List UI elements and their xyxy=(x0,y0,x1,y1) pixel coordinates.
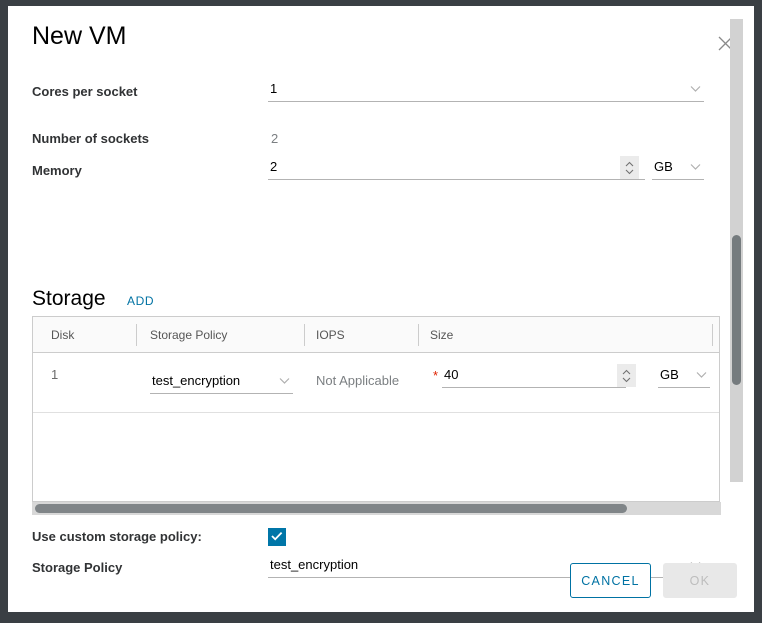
memory-value: 2 xyxy=(270,159,278,174)
cell-storage-policy-select[interactable]: test_encryption xyxy=(150,370,293,394)
modal-backdrop: New VM Cores per socket 1 Number of sock… xyxy=(0,0,762,623)
dialog-body: Cores per socket 1 Number of sockets 2 M… xyxy=(8,68,754,552)
column-header-iops: IOPS xyxy=(316,328,345,342)
field-memory: Memory 2 GB xyxy=(8,156,720,190)
cell-iops-value: Not Applicable xyxy=(316,373,400,388)
ok-button[interactable]: OK xyxy=(663,563,737,598)
number-of-sockets-value: 2 xyxy=(271,131,279,146)
number-of-sockets-label: Number of sockets xyxy=(32,131,150,146)
memory-spinner[interactable] xyxy=(620,156,639,179)
chevron-down-icon xyxy=(279,377,290,387)
checkmark-icon xyxy=(271,528,283,546)
memory-input[interactable]: 2 xyxy=(268,156,645,180)
column-header-storage-policy: Storage Policy xyxy=(150,328,228,342)
column-header-disk: Disk xyxy=(51,328,75,342)
dialog-header: New VM xyxy=(8,6,754,68)
cores-per-socket-value: 1 xyxy=(270,81,278,96)
field-number-of-sockets: Number of sockets 2 xyxy=(8,126,720,154)
required-asterisk: * xyxy=(433,368,439,383)
horizontal-scrollbar-thumb[interactable] xyxy=(35,504,627,513)
column-divider xyxy=(418,324,419,346)
use-custom-storage-policy-label: Use custom storage policy: xyxy=(32,529,202,544)
cancel-button[interactable]: CANCEL xyxy=(570,563,651,598)
horizontal-scrollbar[interactable] xyxy=(32,502,721,515)
memory-unit-value: GB xyxy=(654,159,673,174)
add-storage-link[interactable]: ADD xyxy=(127,294,154,308)
dialog-title: New VM xyxy=(32,22,127,50)
cell-disk-number: 1 xyxy=(51,367,59,382)
cell-size-unit-select[interactable]: GB xyxy=(658,364,710,388)
column-header-size: Size xyxy=(430,328,454,342)
cell-storage-policy-value: test_encryption xyxy=(152,373,241,388)
chevron-down-icon xyxy=(696,371,707,381)
column-divider xyxy=(136,324,137,346)
dialog-content: Cores per socket 1 Number of sockets 2 M… xyxy=(8,68,721,552)
storage-grid-header: Disk Storage Policy IOPS Size xyxy=(33,317,719,353)
memory-label: Memory xyxy=(32,163,82,178)
vertical-scrollbar[interactable] xyxy=(730,19,743,482)
storage-grid: Disk Storage Policy IOPS Size 1 test_enc… xyxy=(32,316,720,502)
cell-size-input[interactable]: 40 xyxy=(442,364,626,388)
cores-per-socket-select[interactable]: 1 xyxy=(268,78,704,102)
column-divider xyxy=(712,324,713,346)
use-custom-storage-policy-checkbox[interactable] xyxy=(268,528,286,546)
memory-unit-select[interactable]: GB xyxy=(652,156,704,180)
cell-size-value: 40 xyxy=(444,367,459,382)
new-vm-dialog: New VM Cores per socket 1 Number of sock… xyxy=(8,6,754,612)
storage-section-title: Storage xyxy=(32,287,106,310)
chevron-down-icon xyxy=(690,163,701,173)
cores-per-socket-label: Cores per socket xyxy=(32,84,138,99)
column-divider xyxy=(304,324,305,346)
table-row: 1 test_encryption Not Applicable * 40 GB xyxy=(33,353,719,413)
dialog-footer: CANCEL OK xyxy=(8,552,754,612)
storage-grid-empty-area xyxy=(33,413,719,487)
field-cores-per-socket: Cores per socket 1 xyxy=(8,78,720,114)
cell-size-unit-value: GB xyxy=(660,367,679,382)
cell-size-spinner[interactable] xyxy=(617,364,636,387)
vertical-scrollbar-thumb[interactable] xyxy=(732,235,741,385)
chevron-down-icon xyxy=(690,85,701,95)
